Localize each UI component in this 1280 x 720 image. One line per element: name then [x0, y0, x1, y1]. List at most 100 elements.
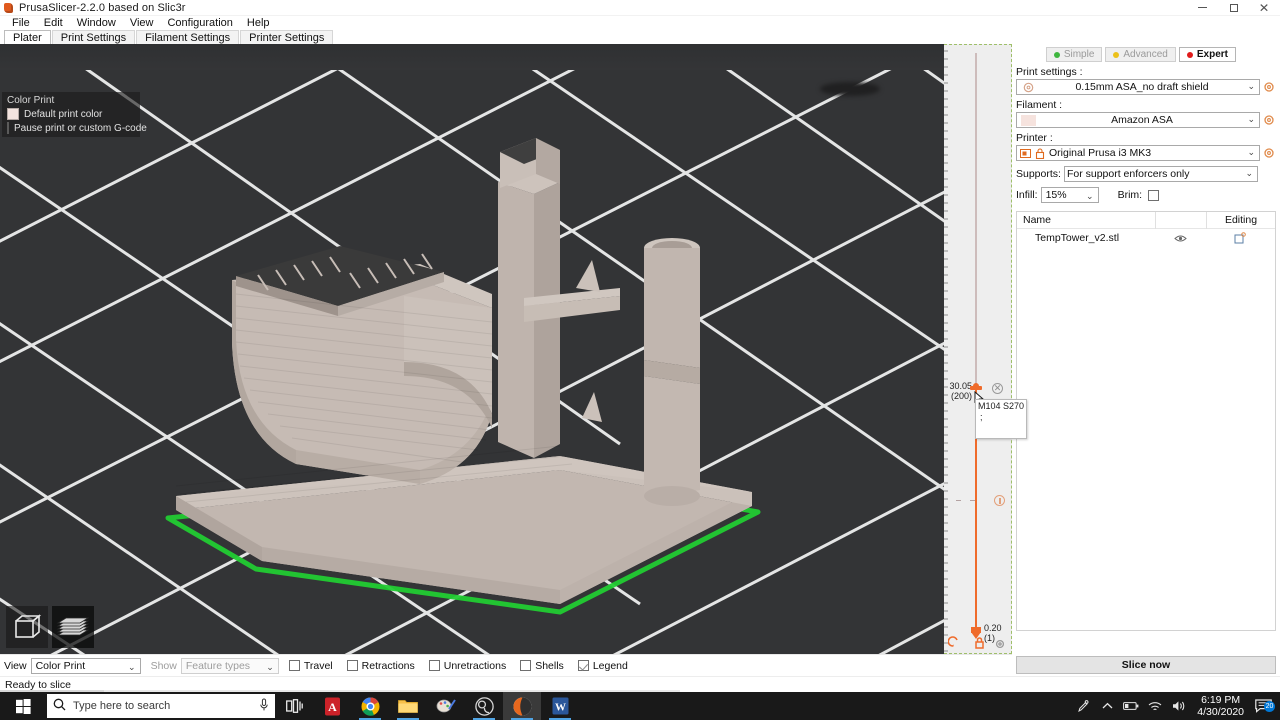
mode-dot-expert — [1186, 51, 1193, 58]
window-title: PrusaSlicer-2.2.0 based on Slic3r — [19, 1, 186, 14]
checkbox-label: Shells — [535, 659, 564, 672]
view-combo[interactable]: Color Print ⌄ — [30, 657, 141, 675]
microphone-icon[interactable] — [259, 698, 269, 715]
printer-icon — [1017, 148, 1033, 159]
layer-slider-pane[interactable]: 30.05 (200) ✕ 0.20 (1) M104 S270 ; — [944, 44, 1027, 654]
eye-icon[interactable] — [1155, 234, 1205, 243]
mode-label: Simple — [1063, 49, 1095, 60]
task-view-icon[interactable] — [275, 692, 313, 720]
mode-button-advanced[interactable]: Advanced — [1105, 47, 1176, 62]
printer-gear-icon[interactable] — [1260, 147, 1278, 159]
menu-item-view[interactable]: View — [123, 16, 161, 30]
battery-icon[interactable] — [1119, 701, 1143, 711]
notifications-icon[interactable]: 20 — [1250, 698, 1276, 714]
title-bar: PrusaSlicer-2.2.0 based on Slic3r ✕ — [0, 0, 1280, 16]
legend-label: Pause print or custom G-code — [14, 122, 147, 134]
3d-editor-view-icon[interactable] — [6, 606, 48, 648]
view-label: View — [4, 659, 27, 672]
menu-item-configuration[interactable]: Configuration — [160, 16, 239, 30]
tab-plater[interactable]: Plater — [4, 30, 51, 44]
file-explorer-icon[interactable] — [389, 692, 427, 720]
brim-label: Brim: — [1117, 189, 1143, 201]
show-hidden-icons-icon[interactable] — [1095, 702, 1119, 710]
chevron-down-icon[interactable]: ⌄ — [1086, 189, 1094, 204]
layer-slider-midpoint-marker[interactable] — [956, 495, 1005, 507]
printer-combo[interactable]: Original Prusa i3 MK3 ⌄ — [1016, 145, 1260, 161]
mode-button-simple[interactable]: Simple — [1045, 47, 1103, 62]
google-chrome-icon[interactable] — [351, 692, 389, 720]
filament-value: Amazon ASA — [1111, 114, 1173, 126]
legend-row: Default print color — [7, 108, 135, 120]
object-list[interactable]: Name Editing TempTower_v2.stl — [1016, 211, 1276, 631]
checkbox-unretractions[interactable]: Unretractions — [428, 660, 506, 672]
mode-button-expert[interactable]: Expert — [1178, 47, 1236, 62]
filament-combo[interactable]: Amazon ASA ⌄ — [1016, 112, 1260, 128]
microsoft-word-icon[interactable]: W — [541, 692, 579, 720]
menu-item-help[interactable]: Help — [240, 16, 277, 30]
menu-item-file[interactable]: File — [5, 16, 37, 30]
infill-value: 15% — [1045, 189, 1067, 201]
close-icon[interactable]: ✕ — [1249, 0, 1280, 16]
viewport-top-shade — [0, 44, 944, 70]
taskbar-clock[interactable]: 6:19 PM 4/30/2020 — [1191, 694, 1250, 718]
adobe-acrobat-icon[interactable]: A — [313, 692, 351, 720]
infill-combo[interactable]: 15% ⌄ — [1040, 187, 1099, 204]
pen-tray-icon[interactable] — [1071, 699, 1095, 713]
supports-value: For support enforcers only — [1066, 168, 1190, 180]
view-mode-toolbar — [6, 606, 94, 648]
minimize-icon[interactable] — [1187, 0, 1218, 16]
menu-item-edit[interactable]: Edit — [37, 16, 70, 30]
slice-now-button[interactable]: Slice now — [1016, 656, 1276, 674]
checkbox-legend[interactable]: Legend — [577, 660, 628, 672]
print-settings-row: 0.15mm ASA_no draft shield ⌄ — [1012, 79, 1280, 95]
chevron-down-icon[interactable]: ⌄ — [1247, 81, 1255, 92]
system-tray: 6:19 PM 4/30/2020 20 — [1071, 692, 1280, 720]
preview-layers-view-icon[interactable] — [52, 606, 94, 648]
restore-icon[interactable] — [1218, 0, 1249, 16]
printer-row: Original Prusa i3 MK3 ⌄ — [1012, 145, 1280, 161]
column-header-editing: Editing — [1224, 214, 1258, 226]
checkbox-retractions[interactable]: Retractions — [346, 660, 415, 672]
volume-icon[interactable] — [1167, 700, 1191, 712]
print-settings-combo[interactable]: 0.15mm ASA_no draft shield ⌄ — [1016, 79, 1260, 95]
brim-checkbox[interactable] — [1148, 189, 1160, 201]
edit-icon[interactable] — [1205, 232, 1275, 244]
tab-filament-settings[interactable]: Filament Settings — [136, 30, 240, 44]
print-settings-gear-icon[interactable] — [1260, 81, 1278, 93]
3d-viewport[interactable]: Color Print Default print color Pause pr… — [0, 44, 944, 654]
obs-studio-icon[interactable] — [465, 692, 503, 720]
window-controls: ✕ — [1187, 0, 1280, 16]
chevron-down-icon[interactable]: ⌄ — [128, 660, 136, 675]
supports-combo[interactable]: For support enforcers only ⌄ — [1063, 166, 1258, 182]
tab-printer-settings[interactable]: Printer Settings — [240, 30, 334, 44]
prusaslicer-icon[interactable] — [503, 692, 541, 720]
paint-icon[interactable] — [427, 692, 465, 720]
search-placeholder: Type here to search — [73, 700, 171, 712]
print-preset-icon — [1017, 82, 1039, 93]
lock-icon — [975, 637, 984, 649]
layer-slider-gcode-marker-icon[interactable]: ✕ — [992, 383, 1003, 394]
chevron-down-icon[interactable]: ⌄ — [1247, 147, 1255, 158]
supports-label: Supports: — [1016, 168, 1061, 180]
checkbox-travel[interactable]: Travel — [288, 659, 333, 672]
chevron-down-icon[interactable]: ⌄ — [1245, 168, 1253, 179]
preview-toolbar: View Color Print ⌄ Show Feature types ⌄ … — [0, 654, 1012, 676]
chevron-down-icon[interactable]: ⌄ — [1247, 114, 1255, 125]
windows-taskbar: Type here to search A W 6:19 PM 4/30/202… — [0, 692, 1280, 720]
table-row[interactable]: TempTower_v2.stl — [1017, 229, 1275, 247]
checkbox-shells[interactable]: Shells — [520, 660, 564, 672]
supports-row: Supports: For support enforcers only ⌄ — [1012, 161, 1280, 182]
checkbox-label: Travel — [303, 659, 333, 672]
windows-start-icon[interactable] — [0, 692, 46, 720]
mode-dot-advanced — [1113, 51, 1120, 58]
filament-gear-icon[interactable] — [1260, 114, 1278, 126]
search-input[interactable]: Type here to search — [47, 694, 275, 718]
checkbox-box — [520, 660, 532, 671]
tooltip-line-1: M104 S270 — [977, 401, 1024, 411]
printer-value: Original Prusa i3 MK3 — [1049, 147, 1152, 159]
filament-row: Amazon ASA ⌄ — [1012, 112, 1280, 128]
menu-item-window[interactable]: Window — [70, 16, 123, 30]
tab-print-settings[interactable]: Print Settings — [51, 30, 136, 44]
wifi-icon[interactable] — [1143, 701, 1167, 712]
layer-slider-bottom-toolbar — [947, 635, 1008, 653]
